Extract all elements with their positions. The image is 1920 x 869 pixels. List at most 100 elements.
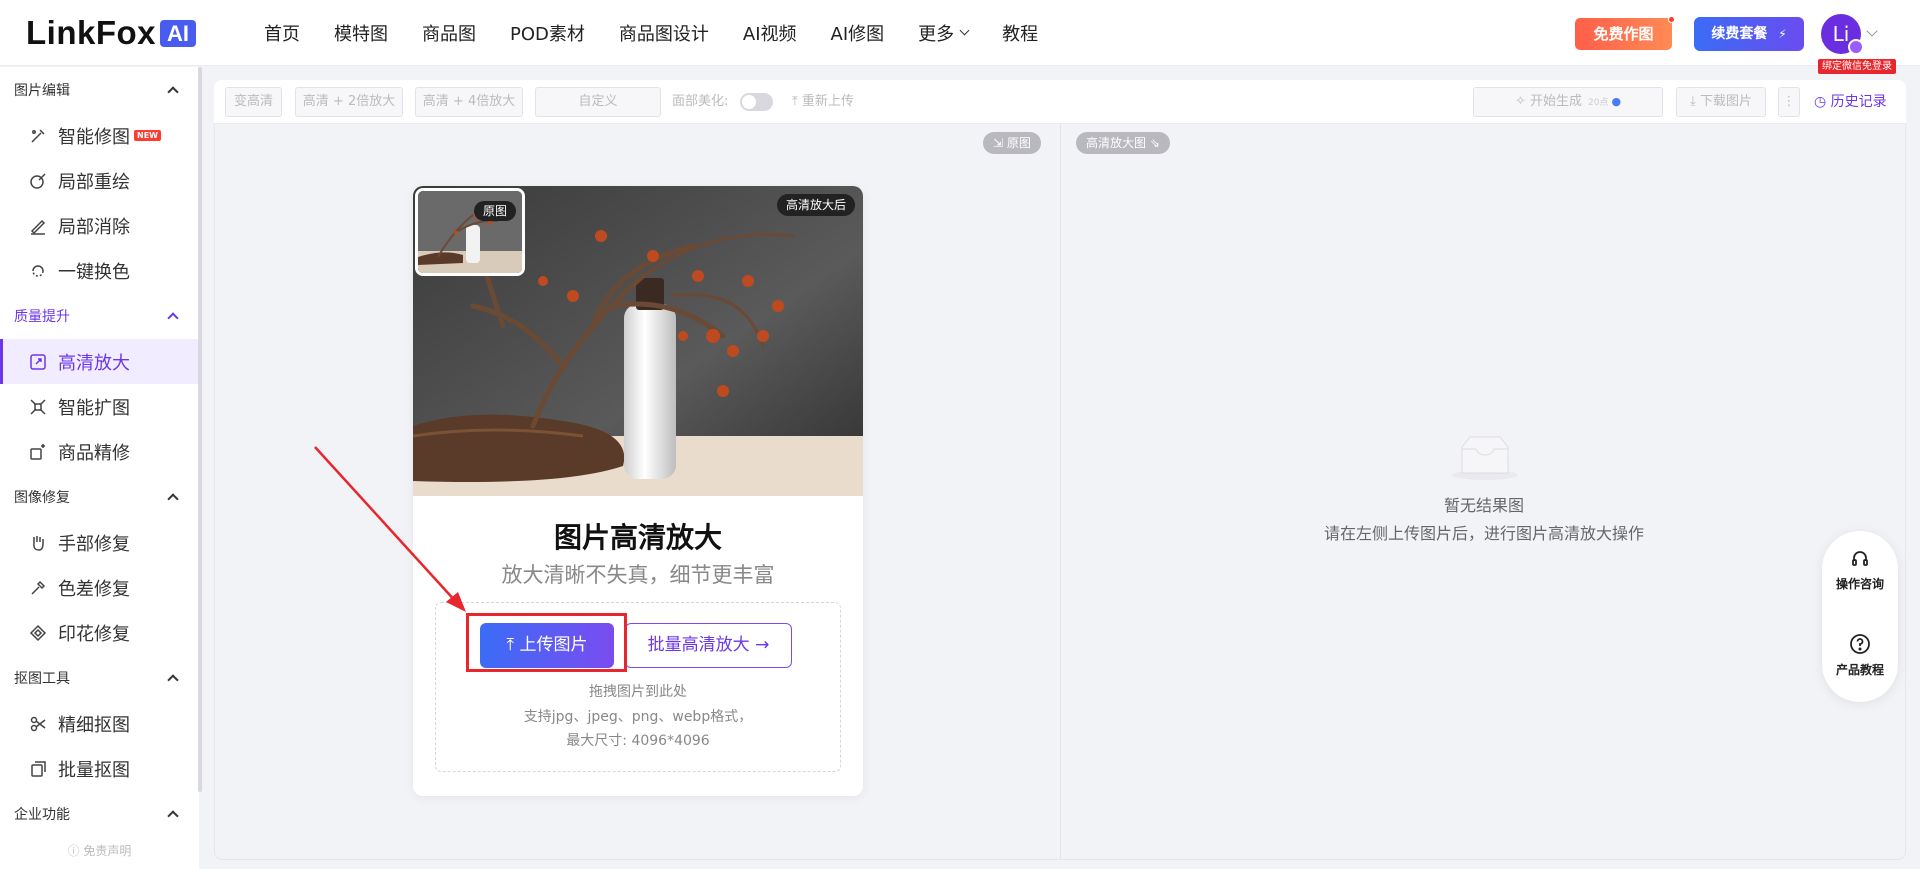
nav-more-label: 更多 [918, 24, 955, 45]
drag-hint: 拖拽图片到此处 [589, 684, 687, 700]
notification-dot [1668, 16, 1675, 23]
sidebar-item-print-repair[interactable]: 印花修复 [0, 610, 199, 655]
mode-hd-button[interactable]: 变高清 [225, 87, 282, 117]
nav-more[interactable]: 更多 [918, 20, 970, 46]
sidebar-item-label: 局部重绘 [58, 171, 130, 193]
sample-image: 原图 高清放大后 [413, 186, 863, 496]
mode-hd-4x-button[interactable]: 高清 + 4倍放大 [415, 87, 523, 117]
chevron-up-icon [167, 312, 179, 324]
brand-logo[interactable]: LinkFox AI [26, 14, 197, 51]
pattern-icon [28, 623, 48, 643]
card-title: 图片高清放大 [553, 521, 722, 554]
nav-tutorial[interactable]: 教程 [1002, 20, 1038, 46]
sidebar-item-partial-redraw[interactable]: 局部重绘 [0, 158, 199, 203]
sidebar-item-label: 批量抠图 [58, 759, 130, 781]
download-label: 下载图片 [1699, 94, 1752, 109]
sidebar-group-label: 质量提升 [14, 309, 70, 325]
empty-result-title: 暂无结果图 [1443, 496, 1524, 515]
annotation-highlight-box [466, 613, 627, 672]
nav-product-image[interactable]: 商品图 [422, 20, 476, 46]
brand-name: LinkFox [26, 14, 157, 51]
batch-upscale-button[interactable]: 批量高清放大 → [625, 623, 792, 668]
sidebar-group-repair[interactable]: 图像修复 [0, 474, 199, 520]
empty-result-description: 请在左侧上传图片后，进行图片高清放大操作 [1323, 524, 1644, 543]
brand-ai-badge: AI [160, 19, 197, 47]
sidebar-item-label: 智能扩图 [58, 397, 130, 419]
dropper-icon [28, 578, 48, 598]
sidebar-item-product-refine[interactable]: 商品精修 [0, 429, 199, 474]
disclaimer-link[interactable]: ⓘ 免责声明 [0, 842, 199, 859]
more-options-button[interactable]: ⋮ [1778, 87, 1800, 117]
sidebar-group-label: 图片编辑 [14, 83, 70, 99]
wand-icon: ✧ [1514, 94, 1530, 109]
batch-label: 批量高清放大 [647, 635, 750, 655]
nav-product-design[interactable]: 商品图设计 [619, 20, 709, 46]
sidebar-item-label: 手部修复 [58, 533, 130, 555]
sidebar: 图片编辑 智能修图 NEW 局部重绘 局部消除 一键换色 质量提升 高清放大 智… [0, 67, 199, 869]
card-subtitle: 放大清晰不失真，细节更丰富 [501, 563, 775, 587]
nav-home[interactable]: 首页 [264, 20, 300, 46]
expand-icon [28, 397, 48, 417]
free-create-button[interactable]: 免费作图 [1575, 16, 1675, 50]
lightning-icon: ⚡ [1778, 27, 1787, 41]
sidebar-item-label: 色差修复 [58, 578, 130, 600]
nav-ai-retouch[interactable]: AI修图 [831, 20, 885, 46]
top-header: LinkFox AI 首页 模特图 商品图 POD素材 商品图设计 AI视频 A… [0, 0, 1920, 74]
mode-custom-button[interactable]: 自定义 [535, 87, 661, 117]
sidebar-group-label: 抠图工具 [14, 671, 70, 687]
reupload-button[interactable]: ⤒ 重新上传 [792, 87, 854, 117]
sidebar-item-partial-erase[interactable]: 局部消除 [0, 203, 199, 248]
sidebar-item-recolor[interactable]: 一键换色 [0, 248, 199, 293]
sidebar-item-batch-cutout[interactable]: 批量抠图 [0, 746, 199, 791]
sidebar-item-precise-cutout[interactable]: 精细抠图 [0, 701, 199, 746]
history-label: 历史记录 [1830, 94, 1887, 110]
chevron-up-icon [167, 674, 179, 686]
original-view-pill[interactable]: ⇲ 原图 [983, 132, 1041, 154]
nav-ai-video[interactable]: AI视频 [743, 20, 797, 46]
sidebar-group-cutout[interactable]: 抠图工具 [0, 655, 199, 701]
user-menu-chevron-icon[interactable] [1866, 25, 1878, 37]
original-thumbnail: 原图 [415, 188, 525, 276]
result-view-pill[interactable]: 高清放大图 ⇘ [1076, 132, 1170, 154]
nav-model[interactable]: 模特图 [334, 20, 388, 46]
hand-icon [28, 533, 48, 553]
avatar-initial: Li [1832, 22, 1850, 46]
start-generate-button[interactable]: ✧ 开始生成 20点 ● [1473, 87, 1663, 117]
consult-button[interactable]: 操作咨询 [1822, 549, 1898, 592]
sidebar-item-hand-repair[interactable]: 手部修复 [0, 520, 199, 565]
history-link[interactable]: ◷ 历史记录 [1814, 87, 1887, 117]
help-circle-icon [1850, 634, 1870, 654]
sidebar-group-image-edit[interactable]: 图片编辑 [0, 67, 199, 113]
sidebar-item-smart-expand[interactable]: 智能扩图 [0, 384, 199, 429]
points-icon: ● [1611, 95, 1622, 108]
original-pill-label: 原图 [1006, 136, 1031, 150]
face-beautify-toggle[interactable] [740, 93, 773, 111]
vip-badge-icon [1848, 39, 1864, 55]
mode-hd-2x-button[interactable]: 高清 + 2倍放大 [295, 87, 403, 117]
renew-plan-button[interactable]: 续费套餐 ⚡ [1694, 17, 1804, 51]
sidebar-group-enterprise[interactable]: 企业功能 [0, 791, 199, 837]
toolbar: 变高清 高清 + 2倍放大 高清 + 4倍放大 自定义 面部美化: ⤒ 重新上传… [214, 80, 1906, 124]
sidebar-item-label: 局部消除 [58, 216, 130, 238]
main-nav: 首页 模特图 商品图 POD素材 商品图设计 AI视频 AI修图 更多 教程 [264, 0, 1072, 66]
nav-pod[interactable]: POD素材 [510, 20, 585, 46]
sidebar-group-quality[interactable]: 质量提升 [0, 293, 199, 339]
eraser-icon [28, 216, 48, 236]
upload-icon: ⤒ [792, 94, 802, 109]
sidebar-item-color-repair[interactable]: 色差修复 [0, 565, 199, 610]
empty-inbox-icon [1450, 435, 1520, 484]
download-button[interactable]: ⤓ 下载图片 [1676, 87, 1766, 117]
free-create-label: 免费作图 [1593, 25, 1654, 43]
wechat-bind-tag[interactable]: 绑定微信免登录 [1818, 59, 1896, 74]
new-badge: NEW [134, 130, 161, 141]
upscale-icon [28, 352, 48, 372]
user-avatar[interactable]: Li [1821, 14, 1864, 55]
size-hint: 最大尺寸: 4096*4096 [566, 733, 710, 749]
collapse-icon: ⇲ [993, 136, 1007, 150]
upscaled-tag: 高清放大后 [776, 194, 855, 216]
sidebar-item-hd-upscale[interactable]: 高清放大 [0, 339, 199, 384]
tutorial-button[interactable]: 产品教程 [1822, 633, 1898, 678]
sidebar-item-smart-retouch[interactable]: 智能修图 NEW [0, 113, 199, 158]
chevron-down-icon [959, 25, 970, 36]
sidebar-scrollbar[interactable] [198, 67, 202, 792]
